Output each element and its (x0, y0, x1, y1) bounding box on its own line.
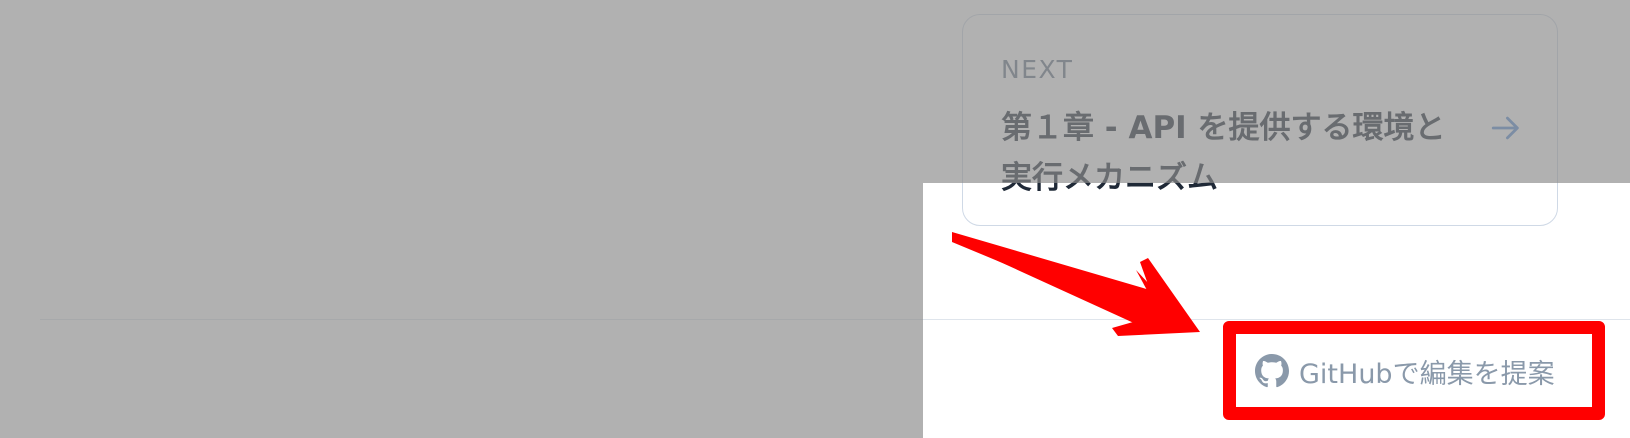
next-page-card[interactable]: NEXT 第１章 - API を提供する環境と実行メカニズム (962, 14, 1558, 226)
github-edit-link[interactable]: GitHubで編集を提案 (1255, 351, 1555, 391)
footer-divider (40, 319, 1630, 320)
edit-link-label: GitHubで編集を提案 (1299, 358, 1555, 390)
next-page-title: 第１章 - API を提供する環境と実行メカニズム (1001, 110, 1446, 196)
next-label: NEXT (1001, 55, 1074, 84)
arrow-right-icon (1491, 116, 1519, 140)
page: NEXT 第１章 - API を提供する環境と実行メカニズム GitHubで編集… (0, 0, 1630, 438)
github-icon (1255, 354, 1289, 388)
